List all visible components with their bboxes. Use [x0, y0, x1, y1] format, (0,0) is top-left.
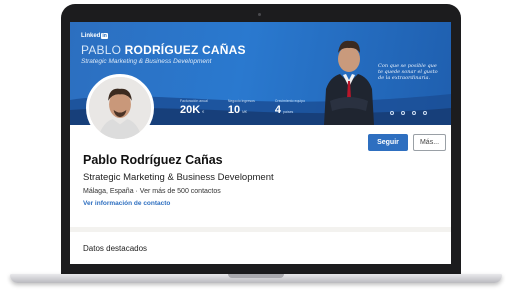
follow-button[interactable]: Seguir: [368, 134, 408, 151]
stat-item: Facturación anual 20K €: [180, 99, 208, 116]
stat-item: Crecimiento equipo 4 países: [274, 99, 306, 116]
webcam: [258, 13, 261, 16]
avatar[interactable]: [86, 74, 154, 142]
profile-name: Pablo Rodríguez Cañas: [83, 153, 223, 167]
profile-photo: [89, 77, 151, 139]
social-icon: [401, 111, 405, 115]
banner-person-photo: [324, 40, 374, 125]
more-button[interactable]: Más...: [413, 134, 446, 151]
profile-headline: Strategic Marketing & Business Developme…: [83, 172, 274, 183]
screen: Linked in PABLO RODRÍGUEZ CAÑAS Strategic…: [70, 22, 451, 264]
banner-quote: Con que se posible que te quede sonar el…: [378, 63, 438, 81]
linkedin-logo: Linked in: [81, 33, 108, 39]
banner-subtitle: Strategic Marketing & Business Developme…: [81, 58, 212, 65]
profile-location: Málaga, España · Ver más de 500 contacto…: [83, 188, 221, 195]
contact-info-link[interactable]: Ver información de contacto: [83, 200, 170, 207]
banner-name: PABLO RODRÍGUEZ CAÑAS: [81, 43, 246, 57]
social-icon: [390, 111, 394, 115]
social-icon: [423, 111, 427, 115]
banner-stats: Facturación anual 20K € Negocio ingresos …: [180, 99, 305, 116]
banner-icons: [390, 111, 427, 115]
laptop-notch: [228, 274, 284, 278]
featured-title: Datos destacados: [83, 244, 148, 253]
stat-item: Negocio ingresos 10 M€: [227, 99, 255, 116]
social-icon: [412, 111, 416, 115]
